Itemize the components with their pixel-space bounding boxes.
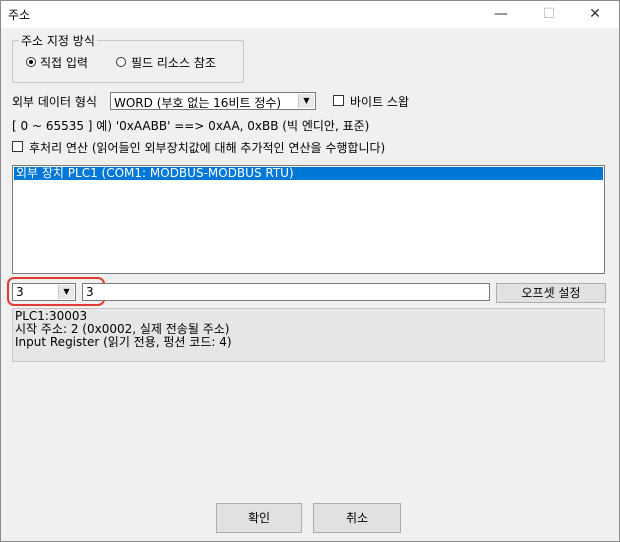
external-format-select[interactable]: WORD (부호 없는 16비트 정수) ▼ xyxy=(110,92,316,110)
chevron-down-icon: ▼ xyxy=(58,285,74,299)
device-listbox[interactable]: 외부 장치 PLC1 (COM1: MODBUS-MODBUS RTU) xyxy=(12,165,605,274)
post-process-label[interactable]: 후처리 연산 (읽어들인 외부장치값에 대해 추가적인 연산을 수행합니다) xyxy=(29,139,385,156)
list-item[interactable]: 외부 장치 PLC1 (COM1: MODBUS-MODBUS RTU) xyxy=(14,167,603,180)
byte-swap-checkbox[interactable] xyxy=(333,95,344,106)
external-format-label: 외부 데이터 형식 xyxy=(12,95,97,109)
chevron-down-icon: ▼ xyxy=(298,94,314,108)
address-info-panel: PLC1:30003 시작 주소: 2 (0x0002, 실제 전송될 주소) … xyxy=(12,308,605,362)
address-type-value: 3 xyxy=(16,285,24,299)
minimize-button[interactable]: — xyxy=(478,0,524,28)
format-hint: [ 0 ~ 65535 ] 예) '0xAABB' ==> 0xAA, 0xBB… xyxy=(12,119,370,133)
external-format-value: WORD (부호 없는 16비트 정수) xyxy=(114,96,282,110)
direct-input-label[interactable]: 직접 입력 xyxy=(40,54,88,71)
direct-input-radio[interactable] xyxy=(26,57,36,67)
ok-button[interactable]: 확인 xyxy=(216,503,302,533)
maximize-icon: ☐ xyxy=(542,6,556,22)
info-register-type: Input Register (읽기 전용, 펑션 코드: 4) xyxy=(15,335,232,349)
maximize-button: ☐ xyxy=(526,0,572,28)
minimize-icon: — xyxy=(494,6,508,22)
byte-swap-label[interactable]: 바이트 스왑 xyxy=(350,93,409,110)
address-type-select[interactable]: 3 ▼ xyxy=(12,283,76,301)
cancel-button[interactable]: 취소 xyxy=(313,503,401,533)
address-mode-label: 주소 지정 방식 xyxy=(19,32,97,49)
close-icon: ✕ xyxy=(589,6,601,22)
offset-input[interactable]: 3 xyxy=(82,283,490,301)
post-process-checkbox[interactable] xyxy=(12,141,23,152)
offset-input-value: 3 xyxy=(86,285,94,299)
field-resource-radio[interactable] xyxy=(116,57,126,67)
offset-settings-button[interactable]: 오프셋 설정 xyxy=(496,283,606,303)
window-title: 주소 xyxy=(8,8,31,22)
close-button[interactable]: ✕ xyxy=(572,0,618,28)
field-resource-label[interactable]: 필드 리소스 참조 xyxy=(131,54,216,71)
